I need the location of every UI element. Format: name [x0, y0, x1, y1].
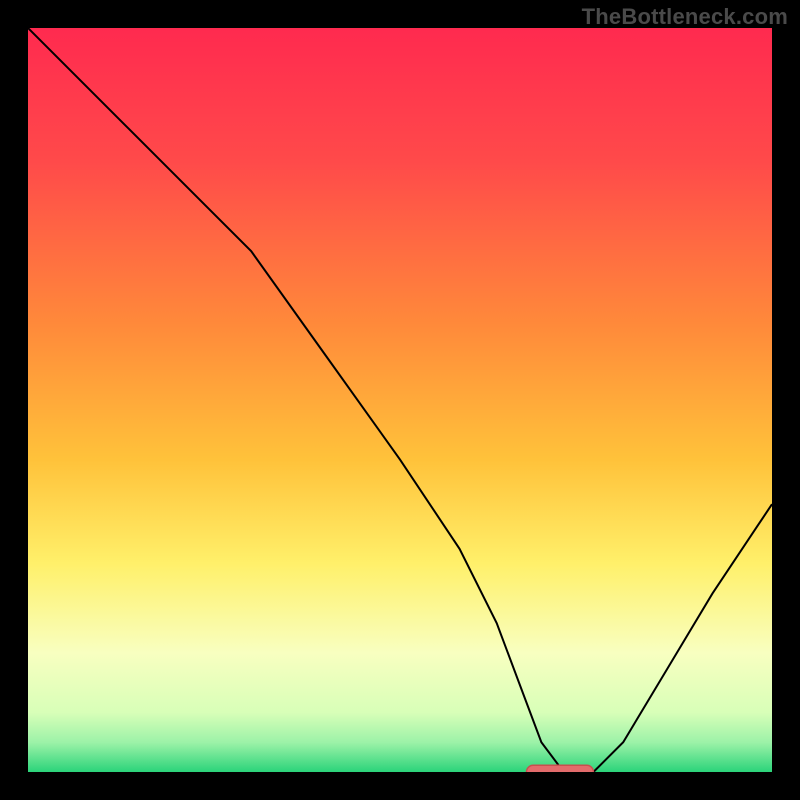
- plot-svg: [28, 28, 772, 772]
- optimum-marker: [526, 765, 593, 772]
- chart-root: TheBottleneck.com: [0, 0, 800, 800]
- plot-area: [28, 28, 772, 772]
- watermark-text: TheBottleneck.com: [582, 4, 788, 30]
